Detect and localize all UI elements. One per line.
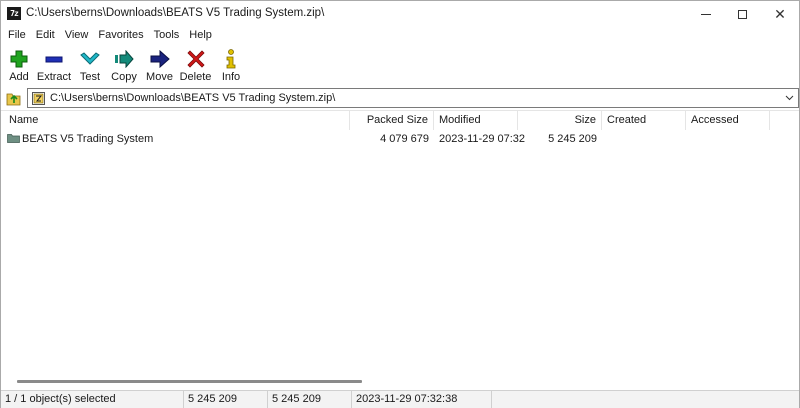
row-created — [602, 130, 686, 148]
extract-button[interactable]: Extract — [34, 44, 74, 87]
copy-button[interactable]: Copy — [106, 44, 142, 87]
menu-bar: File Edit View Favorites Tools Help — [1, 27, 799, 44]
menu-favorites[interactable]: Favorites — [93, 27, 148, 44]
copy-icon — [113, 49, 135, 69]
menu-view[interactable]: View — [60, 27, 94, 44]
up-folder-icon — [6, 93, 21, 106]
title-bar[interactable]: 7z C:\Users\berns\Downloads\BEATS V5 Tra… — [1, 1, 799, 27]
test-label: Test — [79, 71, 101, 83]
toolbar: Add Extract Test Copy Move Delete Info — [1, 44, 799, 87]
menu-tools[interactable]: Tools — [149, 27, 185, 44]
app-icon: 7z — [7, 7, 21, 20]
close-icon: ✕ — [774, 6, 786, 22]
row-packed-size: 4 079 679 — [380, 133, 429, 145]
address-bar: C:\Users\berns\Downloads\BEATS V5 Tradin… — [1, 87, 799, 109]
extract-label: Extract — [36, 71, 72, 83]
column-accessed[interactable]: Accessed — [686, 111, 770, 130]
move-icon — [149, 49, 171, 69]
column-name[interactable]: Name — [1, 111, 350, 130]
status-selection: 1 / 1 object(s) selected — [1, 391, 184, 408]
info-button[interactable]: Info — [214, 44, 248, 87]
column-size[interactable]: Size — [518, 111, 602, 130]
folder-icon — [7, 131, 20, 143]
delete-button[interactable]: Delete — [177, 44, 214, 87]
row-name-cell: BEATS V5 Trading System — [1, 130, 350, 148]
add-label: Add — [9, 71, 29, 83]
move-button[interactable]: Move — [142, 44, 177, 87]
add-icon — [8, 49, 30, 69]
chevron-down-icon — [785, 95, 793, 101]
column-packed-size[interactable]: Packed Size — [350, 111, 434, 130]
status-packed: 5 245 209 — [268, 391, 352, 408]
delete-label: Delete — [179, 71, 212, 83]
table-row[interactable]: BEATS V5 Trading System 4 079 679 2023-1… — [1, 130, 799, 148]
minimize-icon — [701, 13, 711, 15]
row-name: BEATS V5 Trading System — [22, 133, 154, 145]
archive-icon — [32, 91, 45, 105]
menu-help[interactable]: Help — [184, 27, 217, 44]
extract-icon — [43, 49, 65, 69]
status-modified: 2023-11-29 07:32:38 — [352, 391, 492, 408]
file-list[interactable]: Name Packed Size Modified Size Created A… — [1, 110, 799, 390]
test-icon — [79, 49, 101, 69]
up-folder-button[interactable] — [5, 89, 23, 107]
maximize-button[interactable] — [724, 1, 760, 27]
row-modified: 2023-11-29 07:32 — [439, 133, 526, 145]
test-button[interactable]: Test — [74, 44, 106, 87]
row-size: 5 245 209 — [548, 133, 597, 145]
info-label: Info — [221, 71, 241, 83]
delete-icon — [185, 49, 207, 69]
horizontal-scrollbar[interactable] — [17, 380, 362, 383]
status-bar: 1 / 1 object(s) selected 5 245 209 5 245… — [1, 390, 799, 408]
menu-file[interactable]: File — [3, 27, 31, 44]
maximize-icon — [737, 9, 747, 19]
status-size: 5 245 209 — [184, 391, 268, 408]
path-input[interactable]: C:\Users\berns\Downloads\BEATS V5 Tradin… — [27, 88, 799, 108]
path-dropdown-button[interactable] — [782, 91, 796, 105]
minimize-button[interactable] — [688, 1, 724, 27]
add-button[interactable]: Add — [4, 44, 34, 87]
window-title: C:\Users\berns\Downloads\BEATS V5 Tradin… — [26, 7, 325, 19]
column-created[interactable]: Created — [602, 111, 686, 130]
row-accessed — [686, 130, 770, 148]
path-text: C:\Users\berns\Downloads\BEATS V5 Tradin… — [50, 92, 336, 104]
column-header: Name Packed Size Modified Size Created A… — [1, 111, 799, 130]
info-icon — [220, 49, 242, 69]
column-modified[interactable]: Modified — [434, 111, 518, 130]
copy-label: Copy — [111, 71, 137, 83]
move-label: Move — [146, 71, 173, 83]
menu-edit[interactable]: Edit — [31, 27, 60, 44]
close-button[interactable]: ✕ — [762, 1, 798, 27]
app-window: 7z C:\Users\berns\Downloads\BEATS V5 Tra… — [0, 0, 800, 408]
